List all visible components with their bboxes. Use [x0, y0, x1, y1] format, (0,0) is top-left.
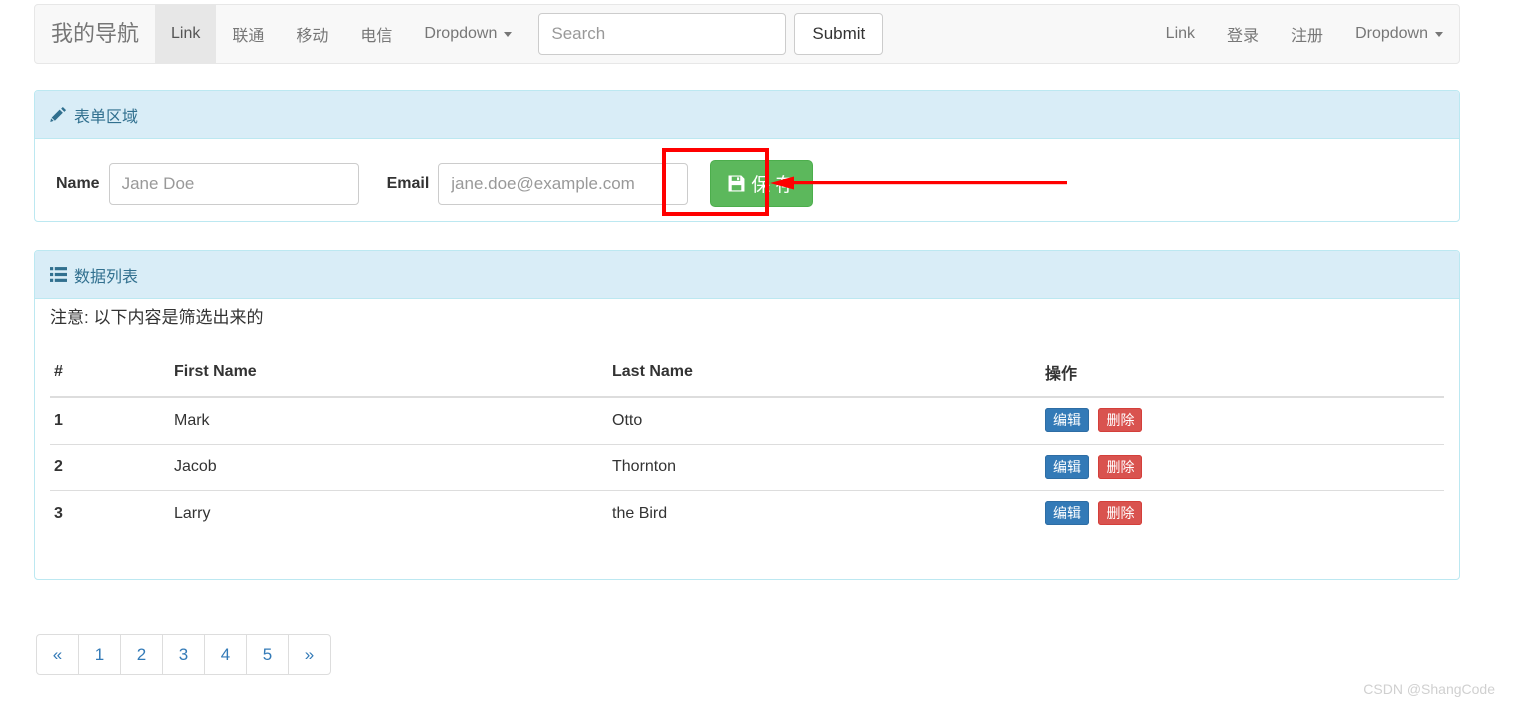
nav-item-dropdown-right[interactable]: Dropdown: [1339, 5, 1459, 63]
nav-item-label: Link: [171, 25, 201, 42]
save-button-label: 保 存: [751, 175, 795, 196]
cell-actions: 编辑 删除: [1041, 443, 1444, 491]
nav-item-link[interactable]: Link: [155, 5, 217, 63]
form-panel-heading: 表单区域: [35, 91, 1459, 139]
nav-item-dropdown-left[interactable]: Dropdown: [408, 5, 528, 63]
pagination-label: 2: [136, 644, 147, 664]
edit-button[interactable]: 编辑: [1045, 454, 1089, 479]
delete-button[interactable]: 删除: [1098, 454, 1143, 479]
navbar-brand[interactable]: 我的导航: [35, 5, 155, 63]
nav-item-label: 电信: [360, 28, 393, 45]
col-header-first-name: First Name: [170, 352, 608, 398]
chevron-down-icon: [1435, 31, 1443, 37]
navbar-left-nav: Link 联通 移动 电信 Dropdown: [155, 5, 528, 63]
form-panel-body: Name Email 保 存: [35, 139, 1459, 222]
nav-item-label: Dropdown: [1355, 25, 1428, 42]
email-field-group: Email: [386, 162, 689, 205]
col-header-index: #: [50, 352, 170, 398]
nav-item-label: Dropdown: [424, 25, 498, 42]
floppy-disk-icon: [728, 175, 745, 192]
nav-item-label: 登录: [1227, 28, 1260, 45]
nav-item-label: 移动: [296, 28, 329, 45]
table-row: 1 Mark Otto 编辑 删除: [50, 396, 1444, 445]
edit-button[interactable]: 编辑: [1045, 501, 1089, 526]
cell-index: 2: [50, 443, 170, 491]
nav-item-label: 注册: [1291, 28, 1324, 45]
nav-item-dianxin[interactable]: 电信: [344, 5, 408, 63]
pagination-page-1[interactable]: 1: [79, 635, 121, 674]
nav-item-register[interactable]: 注册: [1275, 5, 1339, 63]
inline-form: Name Email 保 存: [50, 154, 1444, 207]
cell-first-name: Mark: [170, 396, 608, 445]
form-panel-title: 表单区域: [74, 108, 139, 126]
data-list-panel: 数据列表 注意: 以下内容是筛选出来的 # First Name Last Na…: [34, 250, 1460, 580]
pagination-label: 1: [94, 644, 105, 664]
pagination-label: »: [304, 644, 315, 664]
cell-actions: 编辑 删除: [1041, 396, 1444, 445]
table-body: 1 Mark Otto 编辑 删除 2 Jacob Thornton 编辑 删除…: [50, 396, 1444, 537]
nav-item-link-right[interactable]: Link: [1150, 5, 1211, 63]
nav-item-yidong[interactable]: 移动: [280, 5, 344, 63]
pencil-icon: [50, 106, 67, 123]
main-navbar: 我的导航 Link 联通 移动 电信 Dropdown Submit Link …: [34, 4, 1460, 64]
watermark: CSDN @ShangCode: [1363, 681, 1495, 697]
submit-button[interactable]: Submit: [794, 13, 884, 55]
filter-note: 注意: 以下内容是筛选出来的: [50, 308, 264, 327]
list-panel-title: 数据列表: [74, 268, 139, 286]
list-panel-heading: 数据列表: [35, 251, 1459, 299]
data-table: # First Name Last Name 操作 1 Mark Otto 编辑…: [50, 352, 1444, 537]
cell-first-name: Larry: [170, 490, 608, 537]
navbar-right-nav: Link 登录 注册 Dropdown: [1150, 5, 1459, 63]
form-panel: 表单区域 Name Email 保 存: [34, 90, 1460, 222]
table-row: 2 Jacob Thornton 编辑 删除: [50, 443, 1444, 491]
pagination-page-4[interactable]: 4: [205, 635, 247, 674]
col-header-last-name: Last Name: [608, 352, 1041, 398]
name-field-group: Name: [56, 162, 359, 205]
cell-index: 1: [50, 396, 170, 445]
chevron-down-icon: [504, 31, 513, 37]
email-label: Email: [386, 174, 430, 192]
pagination-page-3[interactable]: 3: [163, 635, 205, 674]
pagination-next[interactable]: »: [289, 635, 330, 674]
table-row: 3 Larry the Bird 编辑 删除: [50, 490, 1444, 537]
search-input[interactable]: [538, 13, 787, 55]
edit-button[interactable]: 编辑: [1045, 408, 1089, 432]
pagination-page-5[interactable]: 5: [247, 635, 289, 674]
pagination-label: «: [52, 644, 63, 664]
table-head: # First Name Last Name 操作: [50, 352, 1444, 398]
nav-item-label: Link: [1165, 25, 1196, 42]
pagination-label: 4: [220, 644, 231, 664]
pagination: « 1 2 3 4 5 »: [36, 634, 331, 675]
delete-button[interactable]: 删除: [1098, 408, 1143, 432]
cell-last-name: the Bird: [608, 490, 1041, 537]
delete-button[interactable]: 删除: [1098, 501, 1143, 526]
cell-actions: 编辑 删除: [1041, 490, 1444, 537]
pagination-label: 5: [262, 644, 273, 664]
cell-last-name: Otto: [608, 396, 1041, 445]
col-header-actions: 操作: [1041, 352, 1444, 398]
pagination-label: 3: [178, 644, 189, 664]
name-label: Name: [56, 174, 100, 192]
navbar-search-form: Submit: [538, 5, 884, 63]
save-button[interactable]: 保 存: [710, 160, 813, 207]
pagination-prev[interactable]: «: [37, 635, 79, 674]
email-input[interactable]: [438, 162, 689, 205]
name-input[interactable]: [108, 162, 359, 205]
cell-first-name: Jacob: [170, 443, 608, 491]
th-list-icon: [50, 266, 67, 283]
cell-last-name: Thornton: [608, 443, 1041, 491]
table-header-row: # First Name Last Name 操作: [50, 352, 1444, 398]
cell-index: 3: [50, 490, 170, 537]
nav-item-label: 联通: [232, 28, 265, 45]
nav-item-liantong[interactable]: 联通: [216, 5, 280, 63]
nav-item-login[interactable]: 登录: [1211, 5, 1275, 63]
pagination-page-2[interactable]: 2: [121, 635, 163, 674]
